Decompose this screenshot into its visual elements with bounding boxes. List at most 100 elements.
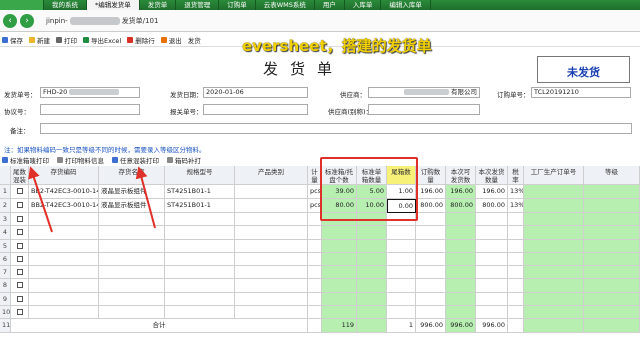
hdr-per-pallet[interactable]: 标准箱/托盘个数 — [322, 166, 357, 185]
tail-mixed-checkbox[interactable] — [11, 292, 29, 306]
tail-mixed-checkbox[interactable] — [11, 279, 29, 293]
table-row-empty[interactable]: 5 — [0, 239, 640, 253]
grade-cell[interactable] — [584, 199, 640, 213]
mixed-print-button[interactable]: 任意混装打印 — [112, 155, 159, 165]
grid-cell[interactable] — [308, 266, 322, 280]
grid-cell[interactable] — [476, 266, 508, 280]
date-field[interactable]: 2020-01-06 — [203, 87, 308, 98]
unit-cell[interactable]: pcs — [308, 185, 322, 199]
grid-cell[interactable] — [416, 266, 446, 280]
grid-cell[interactable] — [584, 213, 640, 227]
grid-cell[interactable] — [524, 279, 584, 293]
grid-cell[interactable] — [524, 266, 584, 280]
factory-order-cell[interactable] — [524, 185, 584, 199]
table-row-empty[interactable]: 6 — [0, 252, 640, 266]
tab-my-system[interactable]: 我的系统 — [44, 0, 87, 10]
grid-cell[interactable] — [476, 226, 508, 240]
per-pallet-cell[interactable]: 39.00 — [322, 185, 357, 199]
grid-cell[interactable] — [99, 279, 165, 293]
grid-cell[interactable] — [387, 239, 416, 253]
hdr-name[interactable]: 存货名称 — [99, 166, 165, 185]
grid-cell[interactable] — [416, 279, 446, 293]
tab-user[interactable]: 用户 — [315, 0, 345, 10]
grid-cell[interactable] — [416, 292, 446, 306]
grid-cell[interactable] — [416, 239, 446, 253]
per-pallet-cell[interactable]: 80.00 — [322, 199, 357, 213]
table-row-empty[interactable]: 9 — [0, 292, 640, 306]
name-cell[interactable]: 液晶显示板组件 — [99, 199, 165, 213]
grid-cell[interactable] — [524, 252, 584, 266]
tab-inbound[interactable]: 入库单 — [345, 0, 382, 10]
grid-cell[interactable] — [584, 279, 640, 293]
grid-cell[interactable] — [387, 213, 416, 227]
grid-cell[interactable] — [29, 226, 99, 240]
spec-cell[interactable]: ST4251B01-1 — [165, 199, 235, 213]
exit-button[interactable]: 退出 — [160, 35, 182, 45]
grid-cell[interactable] — [476, 213, 508, 227]
grid-cell[interactable] — [387, 292, 416, 306]
reprint-box-button[interactable]: 箱码补打 — [167, 155, 201, 165]
grid-cell[interactable] — [416, 226, 446, 240]
grid-cell[interactable] — [308, 292, 322, 306]
grid-cell[interactable] — [508, 305, 524, 319]
grid-cell[interactable] — [165, 252, 235, 266]
hdr-unit[interactable]: 计量单位 — [308, 166, 322, 185]
grid-cell[interactable] — [357, 292, 387, 306]
grid-cell[interactable] — [508, 266, 524, 280]
grid-cell[interactable] — [99, 305, 165, 319]
tab-shipment[interactable]: 发货单 — [140, 0, 177, 10]
tail-mixed-checkbox[interactable] — [11, 199, 29, 213]
supplier-field[interactable]: 有限公司 — [368, 87, 480, 98]
grid-cell[interactable] — [387, 252, 416, 266]
grid-cell[interactable] — [165, 239, 235, 253]
grid-cell[interactable] — [357, 266, 387, 280]
tail-mixed-checkbox[interactable] — [11, 252, 29, 266]
grid-cell[interactable] — [508, 279, 524, 293]
supplier-alias-field[interactable] — [368, 104, 480, 115]
grid-cell[interactable] — [308, 252, 322, 266]
customs-field[interactable] — [203, 104, 308, 115]
name-cell[interactable]: 液晶显示板组件 — [99, 185, 165, 199]
grid-cell[interactable] — [322, 252, 357, 266]
hdr-order-qty[interactable]: 订购数量 — [416, 166, 446, 185]
grid-cell[interactable] — [308, 305, 322, 319]
grid-cell[interactable] — [235, 252, 308, 266]
grid-cell[interactable] — [235, 279, 308, 293]
grid-cell[interactable] — [235, 266, 308, 280]
tab-edit-shipment[interactable]: *编辑发货单 — [87, 0, 140, 10]
grid-cell[interactable] — [446, 305, 476, 319]
hdr-spec[interactable]: 规格型号 — [165, 166, 235, 185]
tail-boxes-cell[interactable]: 1.00 — [387, 185, 416, 199]
grid-cell[interactable] — [308, 279, 322, 293]
grid-cell[interactable] — [165, 266, 235, 280]
grid-cell[interactable] — [584, 292, 640, 306]
order-qty-cell[interactable]: 800.00 — [416, 199, 446, 213]
grid-cell[interactable] — [387, 266, 416, 280]
order-qty-cell[interactable]: 196.00 — [416, 185, 446, 199]
grid-cell[interactable] — [584, 266, 640, 280]
grid-cell[interactable] — [165, 279, 235, 293]
grid-cell[interactable] — [508, 239, 524, 253]
grid-cell[interactable] — [165, 305, 235, 319]
remark-field[interactable] — [40, 123, 632, 134]
grid-cell[interactable] — [165, 226, 235, 240]
ship-button[interactable]: 发货 — [188, 35, 201, 45]
avail-qty-cell[interactable]: 196.00 — [446, 185, 476, 199]
grid-cell[interactable] — [476, 239, 508, 253]
forward-arrow-icon[interactable]: › — [20, 13, 34, 28]
category-cell[interactable] — [235, 185, 308, 199]
grid-cell[interactable] — [99, 239, 165, 253]
grid-cell[interactable] — [508, 213, 524, 227]
grid-cell[interactable] — [584, 305, 640, 319]
grid-cell[interactable] — [322, 266, 357, 280]
grid-cell[interactable] — [322, 305, 357, 319]
grid-cell[interactable] — [416, 252, 446, 266]
grade-cell[interactable] — [584, 185, 640, 199]
tail-mixed-checkbox[interactable] — [11, 226, 29, 240]
box-label-print-button[interactable]: 标准箱唛打印 — [2, 155, 49, 165]
grid-cell[interactable] — [416, 213, 446, 227]
grid-cell[interactable] — [322, 239, 357, 253]
grid-cell[interactable] — [29, 305, 99, 319]
grid-cell[interactable] — [357, 305, 387, 319]
grid-cell[interactable] — [308, 226, 322, 240]
